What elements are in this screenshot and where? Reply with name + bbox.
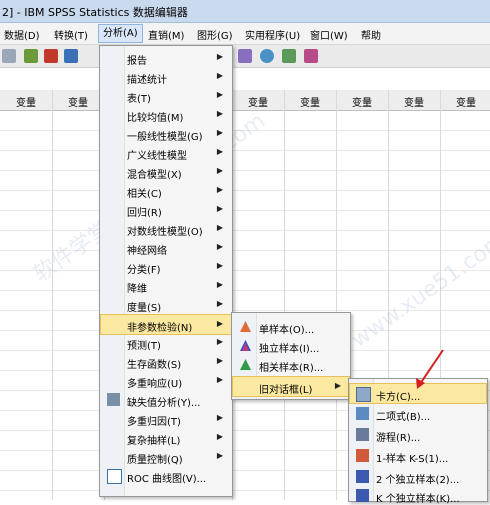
annotation-arrow bbox=[416, 349, 444, 389]
